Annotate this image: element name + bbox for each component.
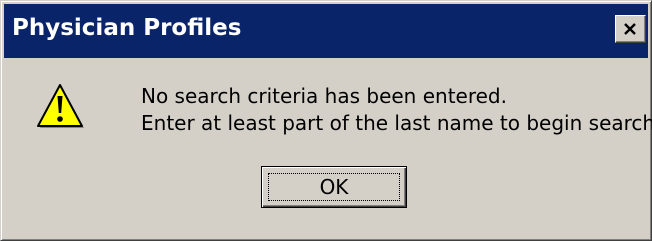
ok-button-label: OK (319, 175, 349, 199)
close-icon (624, 23, 636, 35)
window-title: Physician Profiles (12, 15, 242, 41)
message-line-2: Enter at least part of the last name to … (141, 111, 652, 135)
message-line-1: No search criteria has been entered. (141, 84, 507, 108)
title-bar: Physician Profiles (4, 4, 648, 58)
message-dialog: Physician Profiles No search criteria ha… (0, 0, 652, 241)
close-button[interactable] (615, 15, 646, 43)
warning-icon (37, 84, 84, 128)
message-text: No search criteria has been entered. Ent… (141, 83, 652, 137)
ok-button[interactable]: OK (261, 166, 407, 208)
